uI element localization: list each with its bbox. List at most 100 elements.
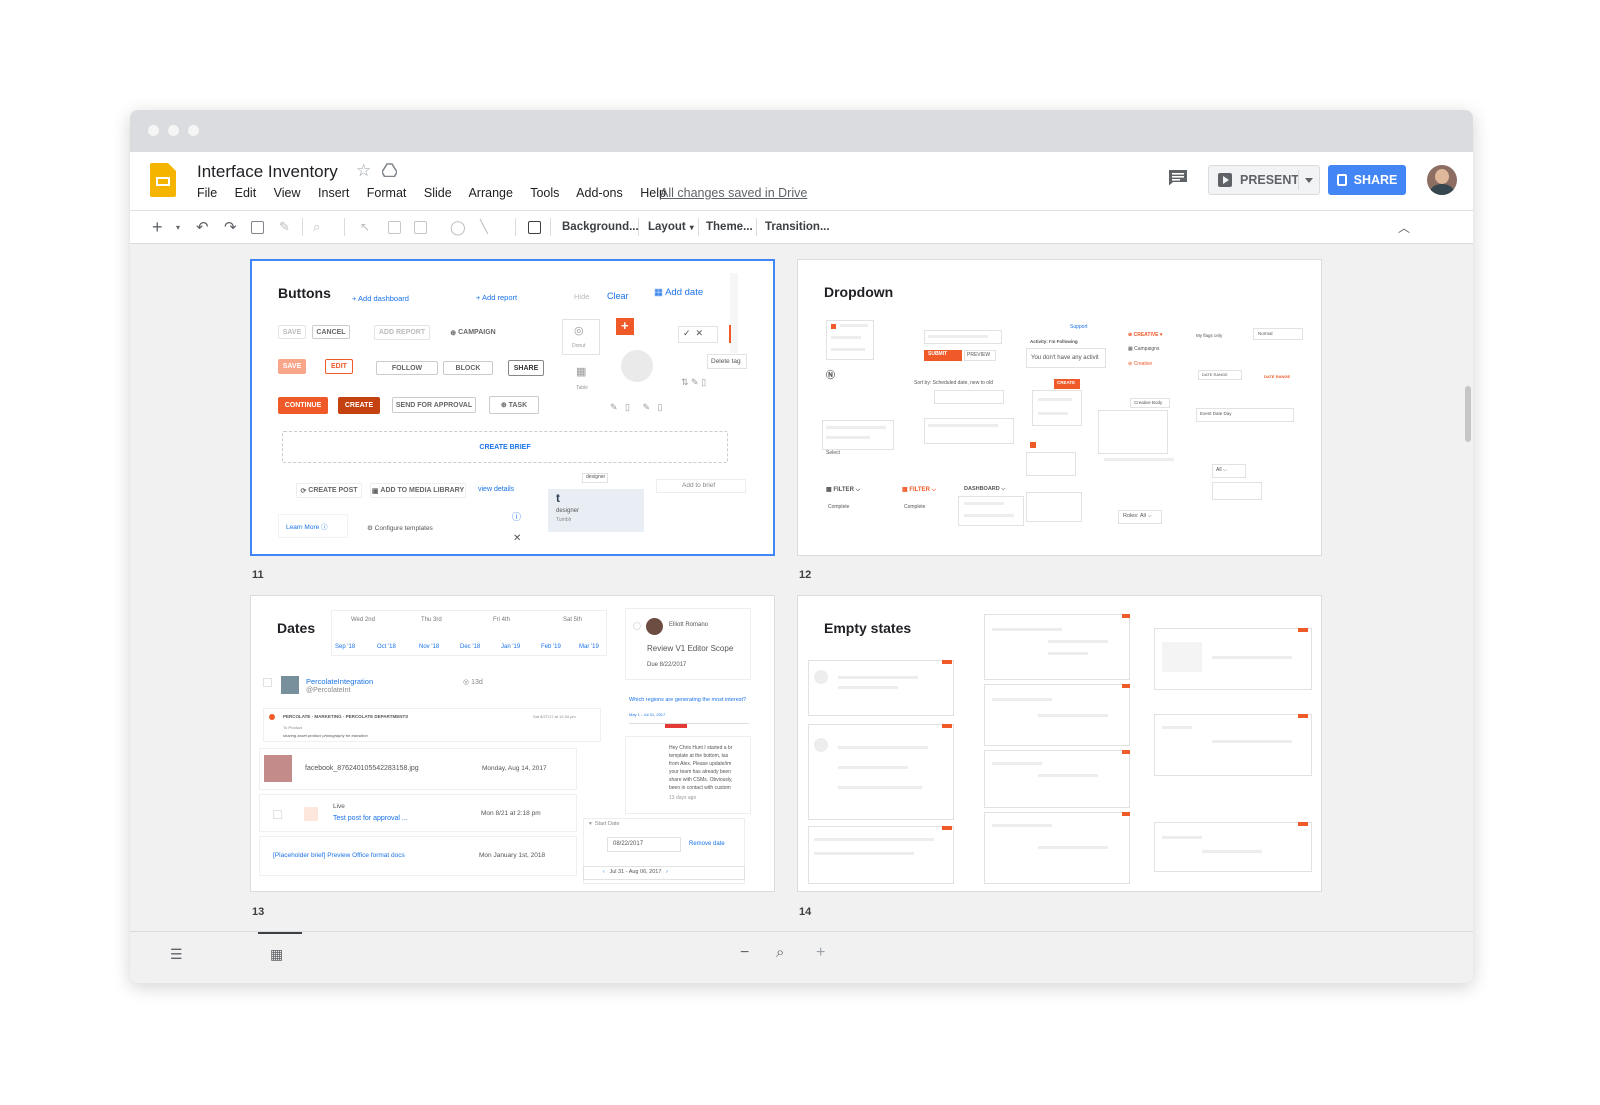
post-icon (304, 807, 318, 821)
slides-logo-icon[interactable] (150, 163, 176, 197)
pencil-trash-icon: ✎ ▯ ✎ ▯ (610, 402, 663, 412)
check-icon: ✓ ✕ (683, 328, 704, 338)
slide-11-thumbnail[interactable]: Buttons + Add dashboard + Add report Hid… (250, 259, 775, 556)
start-date-input: 08/22/2017 (613, 841, 644, 847)
zoom-in-button[interactable]: + (816, 944, 825, 962)
drive-folder-icon[interactable] (382, 163, 397, 177)
table-icon: ▦ (576, 366, 587, 378)
grid-view-icon[interactable]: ▦ (270, 946, 283, 963)
share-button[interactable]: SHARE (1328, 165, 1406, 195)
day-label: Fri 4th (493, 617, 511, 623)
dashboard-dropdown: DASHBOARD ⌵ (964, 486, 1006, 492)
filmstrip-view-icon[interactable]: ☰ (170, 946, 183, 963)
print-icon[interactable] (251, 211, 264, 243)
slide-title: Dates (277, 620, 316, 636)
present-label: PRESENT (1240, 173, 1300, 187)
scrollbar[interactable] (1465, 386, 1471, 442)
menu-slide[interactable]: Slide (424, 186, 452, 200)
share-button-sample: SHARE (508, 360, 544, 376)
create-dropdown-button: CREATE (1057, 380, 1076, 385)
avatar (281, 676, 299, 694)
add-comment-icon[interactable] (528, 211, 541, 243)
slide-14-thumbnail[interactable]: Empty states (797, 595, 1322, 892)
line-icon[interactable]: ╲ (480, 211, 488, 243)
learn-more-link: Learn More ⓘ (286, 524, 328, 531)
test-post-date: Mon 8/21 at 2:18 pm (481, 810, 541, 817)
no-activity-message: You don't have any activit (1031, 355, 1099, 361)
slide-title: Dropdown (824, 284, 894, 300)
week-range-picker: ‹ Jul 31 - Aug 06, 2017 › (603, 869, 668, 875)
add-dashboard-link: + Add dashboard (352, 294, 409, 303)
image-icon[interactable] (414, 211, 427, 243)
menu-format[interactable]: Format (367, 186, 407, 200)
edit-button: EDIT (325, 359, 353, 374)
zoom-icon[interactable]: ⌕ (313, 211, 320, 243)
add-to-media-library-button: ▣ ADD TO MEDIA LIBRARY (370, 483, 466, 498)
present-dropdown-icon[interactable] (1305, 178, 1313, 183)
window-close-button[interactable] (148, 125, 159, 136)
hide-link: Hide (574, 292, 590, 301)
layout-dropdown-icon: ▾ (689, 222, 694, 232)
n-avatar-icon: Ⓝ (826, 370, 836, 380)
message-time: 13 days ago (669, 795, 697, 801)
creative-body-dropdown: Creative Body (1134, 400, 1163, 405)
save-status[interactable]: All changes saved in Drive (660, 186, 807, 200)
document-title[interactable]: Interface Inventory (197, 162, 338, 182)
background-button[interactable]: Background... (562, 211, 639, 243)
save-button-disabled: SAVE (278, 325, 306, 339)
block-button: BLOCK (443, 361, 493, 375)
toolbar: + ▾ ↶ ↷ ✎ ⌕ ↖ ◯ ╲ Background... Layout ▾ … (130, 210, 1473, 244)
window-maximize-button[interactable] (188, 125, 199, 136)
app-header: Interface Inventory ☆ File Edit View Ins… (130, 152, 1473, 210)
slide-number-11: 11 (252, 569, 264, 581)
transition-button[interactable]: Transition... (765, 211, 830, 243)
comment-icon[interactable] (1168, 169, 1188, 186)
menu-file[interactable]: File (197, 186, 217, 200)
new-slide-dropdown-icon[interactable]: ▾ (176, 211, 180, 243)
redo-icon[interactable]: ↷ (224, 211, 237, 243)
zoom-icon[interactable]: ⌕ (776, 944, 784, 961)
add-date-label: Add date (665, 287, 704, 298)
support-link: Support (1070, 324, 1088, 330)
campaign-button: ⊕ CAMPAIGN (442, 325, 504, 340)
menu-arrange[interactable]: Arrange (468, 186, 512, 200)
add-circle-icon (621, 350, 653, 382)
layout-button[interactable]: Layout ▾ (648, 211, 694, 243)
filter-dropdown-active: ▦ FILTER ⌵ (902, 487, 937, 493)
integration-handle: @PercolateInt (306, 687, 351, 694)
new-slide-icon[interactable]: + (152, 211, 163, 243)
slide-12-thumbnail[interactable]: Dropdown Ⓝ Select ▦ FILTER ⌵ Complete SU… (797, 259, 1322, 556)
menu-edit[interactable]: Edit (235, 186, 257, 200)
menu-tools[interactable]: Tools (530, 186, 559, 200)
theme-button[interactable]: Theme... (706, 211, 753, 243)
menu-addons[interactable]: Add-ons (576, 186, 623, 200)
follow-button: FOLLOW (376, 361, 438, 375)
text-box-icon[interactable] (388, 211, 401, 243)
add-report-button: ADD REPORT (374, 325, 430, 340)
regions-question: Which regions are generating the most in… (629, 697, 747, 703)
add-to-brief-button: Add to brief (682, 482, 716, 489)
user-avatar[interactable] (1427, 165, 1457, 195)
zoom-out-button[interactable]: − (740, 944, 749, 962)
slide-13-thumbnail[interactable]: Dates Wed 2nd Thu 3rd Fri 4th Sat 5th Se… (250, 595, 775, 892)
integration-time: ◎ 13d (463, 679, 483, 686)
undo-icon[interactable]: ↶ (196, 211, 209, 243)
message-line: your team has already been (669, 769, 731, 775)
menu-view[interactable]: View (274, 186, 301, 200)
menu-insert[interactable]: Insert (318, 186, 349, 200)
star-icon[interactable]: ☆ (356, 161, 371, 181)
day-label: Wed 2nd (351, 617, 375, 623)
month-label: Jan '19 (501, 644, 521, 650)
shape-icon[interactable]: ◯ (450, 211, 466, 243)
tumblr-account-type: Tumblr (556, 517, 572, 523)
day-label: Thu 3rd (421, 617, 442, 623)
present-icon (1218, 173, 1232, 187)
message-line: template at the bottom, tas (669, 753, 729, 759)
photo-thumbnail (264, 755, 292, 782)
select-icon[interactable]: ↖ (360, 211, 370, 243)
collapse-toolbar-icon[interactable]: ︿ (1398, 211, 1410, 243)
window-minimize-button[interactable] (168, 125, 179, 136)
present-button[interactable]: PRESENT (1208, 165, 1320, 195)
sort-dropdown: Sort by: Scheduled date, new to old (914, 380, 993, 386)
paint-format-icon[interactable]: ✎ (279, 211, 290, 243)
